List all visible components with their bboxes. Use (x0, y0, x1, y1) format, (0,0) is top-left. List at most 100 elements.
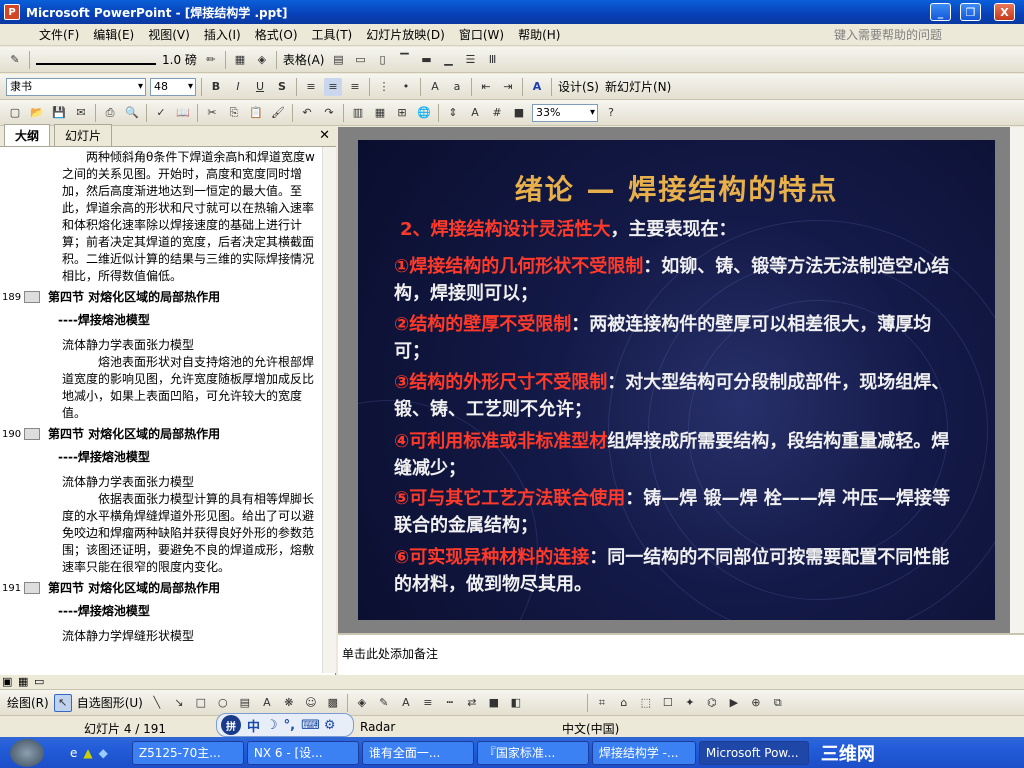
close-pane-icon[interactable]: ✕ (319, 128, 330, 143)
permission-icon[interactable]: ✉ (72, 104, 90, 122)
line-style-combo[interactable] (36, 55, 156, 65)
ime-settings-icon[interactable]: ⚙ (324, 718, 336, 733)
copy-icon[interactable]: ⎘ (225, 104, 243, 122)
split-cells-icon[interactable]: ▯ (373, 51, 391, 69)
slide-scrollbar[interactable] (1010, 127, 1024, 633)
undo-icon[interactable]: ↶ (298, 104, 316, 122)
shape-icon[interactable]: ⌂ (615, 694, 633, 712)
border-icon[interactable]: ▦ (231, 51, 249, 69)
bold-icon[interactable]: B (207, 78, 225, 96)
connector-icon[interactable]: ⌗ (593, 694, 611, 712)
ime-toolbar[interactable]: 拼 中 ☽ °, ⌨ ⚙ (216, 713, 354, 737)
autoshapes-menu[interactable]: 自选图形(U) (77, 694, 143, 711)
fill-color-icon[interactable]: ◈ (353, 694, 371, 712)
tab-slides[interactable]: 幻灯片 (54, 124, 113, 146)
line-weight[interactable]: 1.0 磅 (162, 51, 197, 68)
menu-help[interactable]: 帮助(H) (511, 24, 567, 46)
align-table-icon[interactable]: ▤ (329, 51, 347, 69)
open-icon[interactable]: 📂 (28, 104, 46, 122)
new-slide-button[interactable]: 新幻灯片(N) (605, 78, 671, 95)
menu-edit[interactable]: 编辑(E) (86, 24, 141, 46)
picture-icon[interactable]: ▩ (324, 694, 342, 712)
zoom-combo[interactable]: 33% (532, 103, 598, 122)
chart-icon[interactable]: ▥ (349, 104, 367, 122)
grid-icon[interactable]: # (488, 104, 506, 122)
font-color-icon[interactable]: A (528, 78, 546, 96)
increase-font-icon[interactable]: A (426, 78, 444, 96)
quicklaunch-icon[interactable]: ◆ (99, 746, 108, 760)
help-search-input[interactable]: 键入需要帮助的问题 (834, 26, 994, 44)
hyperlink-icon[interactable]: 🌐 (415, 104, 433, 122)
outline-scrollbar[interactable] (322, 147, 336, 673)
align-center-icon[interactable]: ≡ (324, 77, 342, 96)
callout-icon[interactable]: ☐ (659, 694, 677, 712)
rectangle-icon[interactable]: □ (192, 694, 210, 712)
align-middle-icon[interactable]: ▬ (417, 51, 435, 69)
flowchart-icon[interactable]: ⬚ (637, 694, 655, 712)
color-grayscale-icon[interactable]: ■ (510, 104, 528, 122)
task-button[interactable]: Z5125-70主... (131, 740, 244, 765)
start-button[interactable] (10, 738, 44, 767)
menu-file[interactable]: 文件(F) (32, 24, 86, 46)
task-button-active[interactable]: Microsoft Pow... (698, 740, 809, 765)
font-color-draw-icon[interactable]: A (397, 694, 415, 712)
sorter-view-icon[interactable]: ▦ (18, 675, 28, 688)
3d-style-icon[interactable]: ◧ (507, 694, 525, 712)
table-menu[interactable]: 表格(A) (283, 51, 325, 68)
font-combo[interactable]: 隶书 (6, 77, 146, 96)
align-right-icon[interactable]: ≡ (346, 78, 364, 96)
action-icon[interactable]: ▶ (725, 694, 743, 712)
shadow-icon[interactable]: S (273, 78, 291, 96)
outline-slide-190[interactable]: 190 第四节 对熔化区域的局部热作用 (0, 426, 322, 443)
shadow-style-icon[interactable]: ■ (485, 694, 503, 712)
select-arrow-icon[interactable]: ↖ (53, 693, 72, 712)
new-icon[interactable]: ▢ (6, 104, 24, 122)
format-painter-icon[interactable]: 🖌 (269, 104, 287, 122)
task-button[interactable]: 『国家标准... (476, 740, 589, 765)
diagram-icon[interactable]: ❋ (280, 694, 298, 712)
more-shapes-icon[interactable]: ⊕ (747, 694, 765, 712)
tab-outline[interactable]: 大纲 (4, 124, 51, 146)
outline-slide-189[interactable]: 189 第四节 对熔化区域的局部热作用 (0, 289, 322, 306)
design-button[interactable]: 设计(S) (558, 78, 599, 95)
draw-menu[interactable]: 绘图(R) (7, 694, 49, 711)
fill-icon[interactable]: ◈ (253, 51, 271, 69)
spelling-icon[interactable]: ✓ (152, 104, 170, 122)
wordart-icon[interactable]: A (258, 694, 276, 712)
task-button[interactable]: NX 6 - [设... (246, 740, 359, 765)
arrow-icon[interactable]: ↘ (170, 694, 188, 712)
menu-insert[interactable]: 插入(I) (197, 24, 248, 46)
ime-keyboard-icon[interactable]: ⌨ (301, 718, 320, 733)
print-preview-icon[interactable]: 🔍 (123, 104, 141, 122)
align-left-icon[interactable]: ≡ (302, 78, 320, 96)
underline-icon[interactable]: U (251, 78, 269, 96)
line-color-icon[interactable]: ✎ (375, 694, 393, 712)
align-bottom-icon[interactable]: ▁ (439, 51, 457, 69)
numbering-icon[interactable]: ⋮ (375, 78, 393, 96)
minimize-button[interactable]: _ (930, 3, 951, 21)
font-size-combo[interactable]: 48 (150, 77, 196, 96)
menu-window[interactable]: 窗口(W) (452, 24, 511, 46)
save-icon[interactable]: 💾 (50, 104, 68, 122)
ime-halfwidth-icon[interactable]: ☽ (266, 718, 278, 733)
stars-icon[interactable]: ✦ (681, 694, 699, 712)
print-icon[interactable]: ⎙ (101, 104, 119, 122)
help-icon[interactable]: ? (602, 104, 620, 122)
menu-view[interactable]: 视图(V) (141, 24, 197, 46)
task-button[interactable]: 谁有全面一... (361, 740, 474, 765)
outline-content[interactable]: 两种倾斜角θ条件下焊道余高h和焊道宽度w之间的关系见图。开始时，高度和宽度同时增… (0, 147, 322, 673)
ie-icon[interactable]: e (70, 746, 77, 760)
show-formatting-icon[interactable]: A (466, 104, 484, 122)
line-style-icon[interactable]: ≡ (419, 694, 437, 712)
slideshow-view-icon[interactable]: ▭ (34, 675, 44, 688)
menu-format[interactable]: 格式(O) (248, 24, 305, 46)
ime-punct-icon[interactable]: °, (284, 718, 295, 733)
tables-borders-icon[interactable]: ⊞ (393, 104, 411, 122)
decrease-font-icon[interactable]: a (448, 78, 466, 96)
notes-pane[interactable]: 单击此处添加备注 (338, 633, 1024, 675)
distribute-rows-icon[interactable]: ☰ (461, 51, 479, 69)
normal-view-icon[interactable]: ▣ (2, 675, 12, 688)
bullets-icon[interactable]: • (397, 78, 415, 96)
edit-icon[interactable]: ✎ (6, 51, 24, 69)
redo-icon[interactable]: ↷ (320, 104, 338, 122)
